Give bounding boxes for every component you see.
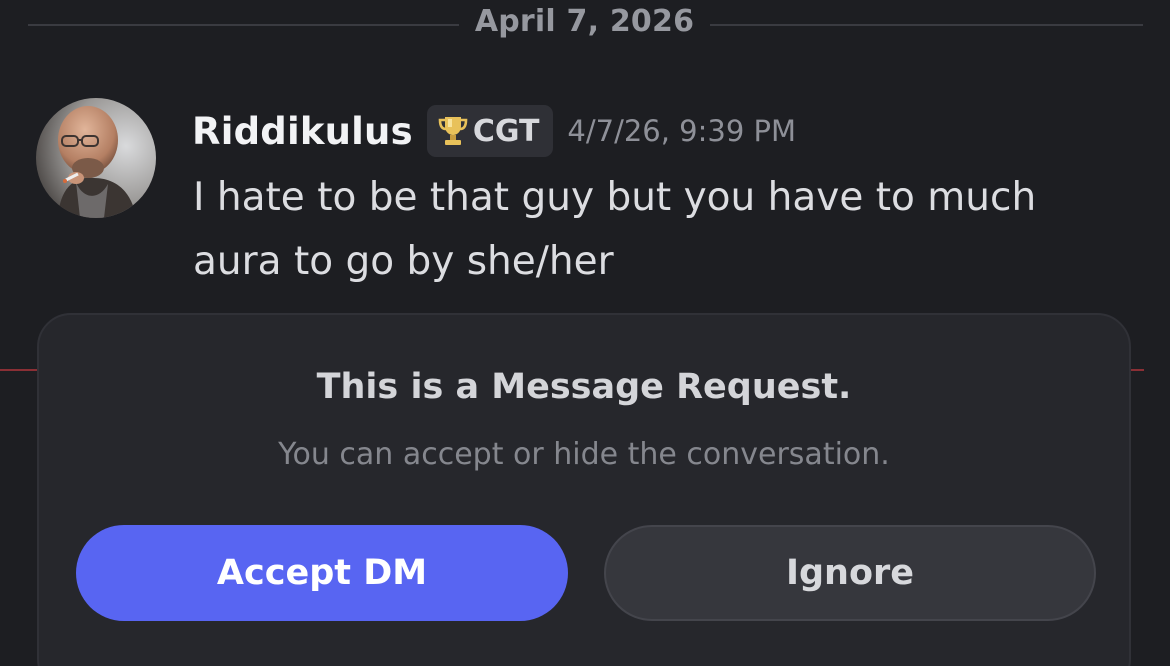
ignore-button[interactable]: Ignore xyxy=(604,525,1096,621)
date-divider: April 7, 2026 xyxy=(28,0,1143,50)
tag-text: CGT xyxy=(472,113,540,149)
unread-divider-right xyxy=(1130,369,1144,371)
divider-line-left xyxy=(28,24,459,26)
unread-divider-left xyxy=(0,369,40,371)
server-tag-badge[interactable]: CGT xyxy=(426,105,554,157)
divider-line-right xyxy=(710,24,1143,26)
accept-dm-button[interactable]: Accept DM xyxy=(76,525,568,621)
message-request-card: This is a Message Request. You can accep… xyxy=(37,313,1131,666)
request-subtitle: You can accept or hide the conversation. xyxy=(278,437,890,472)
request-title: This is a Message Request. xyxy=(316,367,852,407)
dm-screen: April 7, 2026 Riddikulus CGT 4/7/26, 9:3… xyxy=(0,0,1170,666)
message-text: I hate to be that guy but you have to mu… xyxy=(193,175,1037,284)
message-header: Riddikulus CGT 4/7/26, 9:39 PM xyxy=(192,103,796,159)
avatar[interactable] xyxy=(36,98,156,218)
avatar-image xyxy=(36,98,156,218)
username[interactable]: Riddikulus xyxy=(192,110,413,153)
message-timestamp: 4/7/26, 9:39 PM xyxy=(567,114,797,148)
date-label: April 7, 2026 xyxy=(474,4,695,39)
trophy-icon xyxy=(438,117,468,145)
